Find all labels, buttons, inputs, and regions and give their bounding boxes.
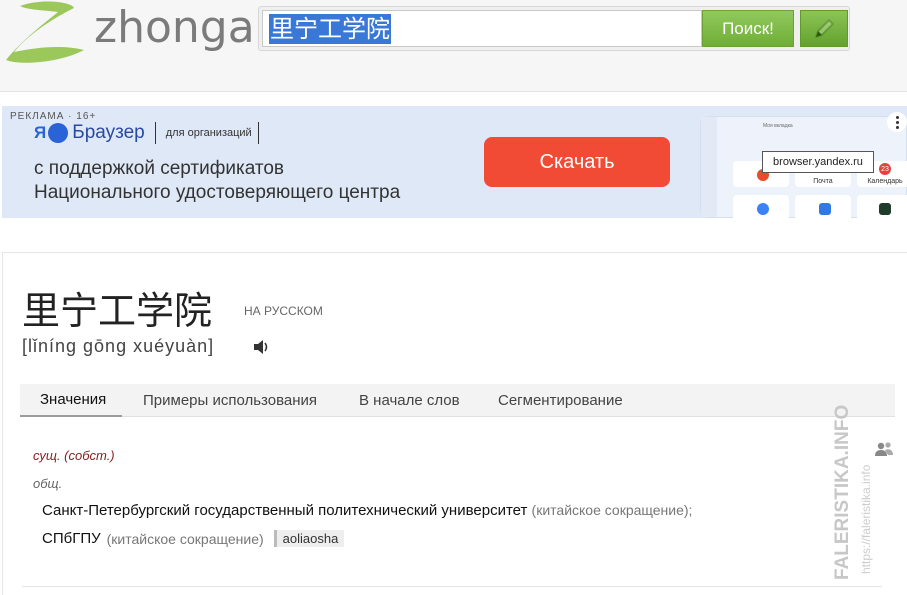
tab-word-beginnings[interactable]: В начале слов [359, 384, 460, 417]
site-logo[interactable]: zhonga [2, 0, 255, 66]
tab-meanings[interactable]: Значения [20, 384, 123, 417]
ad-text: с поддержкой сертификатов Национального … [34, 157, 400, 205]
tab-usage-examples[interactable]: Примеры использования [143, 384, 317, 417]
entry-pinyin: [lǐníng gōng xuéyuàn] [22, 336, 215, 356]
search-button[interactable]: Поиск! [702, 10, 794, 47]
preview-tab: Моя вкладка [763, 123, 793, 129]
watermark-line2: https://faleristika.info [859, 464, 873, 574]
translation-line: СПбГПУ (китайское сокращение) aoliaosha [42, 530, 345, 547]
translation-text: СПбГПУ [42, 530, 101, 547]
ad-brand: Я Браузер для организаций [34, 122, 259, 144]
ad-menu-icon[interactable] [887, 112, 907, 132]
ad-download-button[interactable]: Скачать [484, 137, 670, 187]
tab-segmentation[interactable]: Сегментирование [498, 384, 623, 417]
page: zhonga 里宁工学院 Поиск! РЕКЛАМА · 16+ Я Брау… [0, 0, 907, 595]
entry-language-label: НА РУССКОМ [244, 304, 323, 318]
preview-app-icon [757, 203, 769, 215]
ad-text-line1: с поддержкой сертификатов [34, 158, 285, 179]
search-input[interactable]: 里宁工学院 [262, 10, 702, 47]
translation-note: (китайское сокращение) [106, 530, 264, 547]
part-of-speech: сущ. (собст.) [33, 448, 115, 463]
ad-brand-name: Браузер [72, 122, 145, 143]
watermark: FALERISTIKA.INFO https://faleristika.inf… [832, 405, 873, 580]
preview-sidebar [701, 117, 717, 217]
translation-text: Санкт-Петербургский государственный поли… [42, 502, 528, 519]
logo-mark-icon [6, 1, 84, 63]
logo-text: zhonga [94, 2, 255, 53]
preview-app-icon [819, 203, 831, 215]
search-input-value: 里宁工学院 [269, 13, 391, 44]
site-header: zhonga 里宁工学院 Поиск! [0, 0, 907, 92]
speaker-icon[interactable] [252, 337, 272, 362]
divider [22, 586, 882, 587]
author-tag[interactable]: aoliaosha [273, 530, 345, 547]
watermark-line1: FALERISTIKA.INFO [832, 405, 853, 580]
ad-text-line2: Национального удостоверяющего центра [34, 182, 401, 203]
edit-button[interactable] [800, 10, 848, 47]
ad-label: РЕКЛАМА · 16+ [10, 111, 97, 122]
entry-word: 里宁工学院 [22, 289, 213, 333]
ad-url-tooltip: browser.yandex.ru [762, 151, 874, 173]
usage-domain: общ. [33, 476, 63, 491]
ad-divider [154, 122, 156, 144]
search-bar: 里宁工学院 Поиск! [258, 6, 850, 51]
translation-line: Санкт-Петербургский государственный поли… [42, 502, 692, 519]
preview-app-icon [879, 203, 891, 215]
ad-brand-suffix: для организаций [165, 127, 252, 139]
calendar-badge: 23 [879, 163, 891, 175]
pencil-icon [815, 18, 834, 38]
yandex-browser-icon [48, 123, 69, 143]
ad-divider [257, 122, 259, 144]
entry-tabs: Значения Примеры использования В начале … [20, 384, 895, 417]
translation-note: (китайское сокращение); [531, 502, 693, 518]
ad-brand-mark: Я [34, 123, 47, 142]
